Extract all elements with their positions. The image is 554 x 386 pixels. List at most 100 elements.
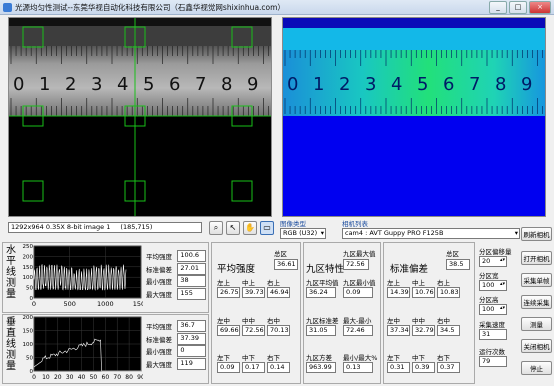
ruler-digit: 3 xyxy=(365,74,376,95)
pointer-icon[interactable]: ↖ xyxy=(226,221,240,235)
stat-value: 38 xyxy=(177,275,206,288)
stat-label: 平均强度 xyxy=(146,323,172,332)
zone-label: 中上 xyxy=(242,279,255,287)
std-dev-title: 标准偏差 xyxy=(390,264,429,275)
right-image-display[interactable]: 0123456789 xyxy=(282,17,546,217)
zone-value: 0.09 xyxy=(217,362,240,373)
zone-width-label: 分区宽 xyxy=(479,272,499,280)
zone-value: 0.14 xyxy=(267,362,290,373)
ruler-digit: 9 xyxy=(521,74,532,95)
stat-label: 标准偏差 xyxy=(146,265,172,274)
title-char: 测 xyxy=(6,278,16,289)
title-char: 线 xyxy=(6,267,16,278)
ruler-digit: 1 xyxy=(39,74,50,95)
x-tick-label: 30 xyxy=(66,374,74,381)
title-char: 测 xyxy=(6,350,16,361)
image-info-field: 1292x964 0.35X 8-bit image 1 (185,715) xyxy=(8,222,202,233)
nine-metric-value: 31.05 xyxy=(306,325,336,336)
stat-row: 平均强度 100.6 xyxy=(146,250,206,263)
vertical-measure-title: 垂 直 线 测 量 xyxy=(5,317,17,372)
single-capture-button[interactable]: 采集单帧 xyxy=(521,273,552,287)
x-tick-label: 50 xyxy=(90,374,98,381)
zone-label: 中下 xyxy=(412,354,425,362)
x-tick-label: 500 xyxy=(63,300,75,308)
zone-label: 中上 xyxy=(412,279,425,287)
zone-value: 37.34 xyxy=(387,325,410,336)
dev-total-value: 38.5 xyxy=(446,259,470,270)
image-type-select[interactable]: RGB (U32) ▾ xyxy=(280,228,326,239)
nine-metric-label: 九区最小值 xyxy=(343,279,376,287)
y-tick-label: 200 xyxy=(23,254,34,260)
fit-icon[interactable]: ▭ xyxy=(260,221,274,235)
y-tick-label: 50 xyxy=(26,286,33,292)
title-char: 线 xyxy=(6,339,16,350)
stat-value: 0 xyxy=(177,345,206,358)
stop-button[interactable]: 停止 xyxy=(521,361,552,375)
camera-list-label: 相机列表 xyxy=(342,220,368,228)
open-camera-button[interactable]: 打开相机 xyxy=(521,251,552,265)
refresh-camera-button[interactable]: 刷新相机 xyxy=(521,227,552,241)
nine-metric-value: 963.99 xyxy=(306,362,336,373)
stepper-icon[interactable]: ▴▾ xyxy=(500,305,505,313)
capture-speed-value: 31 xyxy=(479,329,507,340)
y-tick-label: 200 xyxy=(23,315,34,321)
ruler-digit: 6 xyxy=(443,74,454,95)
left-image-display[interactable]: 0123456789 xyxy=(8,17,272,217)
stepper-icon[interactable]: ▴▾ xyxy=(500,257,505,265)
zone-tol-input[interactable]: 20 ▴▾ xyxy=(479,256,507,267)
maximize-button[interactable]: □ xyxy=(509,1,527,14)
stat-value: 119 xyxy=(177,357,206,370)
zone-label: 右上 xyxy=(437,279,450,287)
stepper-icon[interactable]: ▴▾ xyxy=(500,281,505,289)
nine-metric-label: 九区方差 xyxy=(306,354,332,362)
x-tick-label: 1000 xyxy=(97,300,114,308)
close-button[interactable]: × xyxy=(529,1,551,14)
nine-metric-label: 最小/最大% xyxy=(343,354,378,362)
stat-value: 155 xyxy=(177,287,206,300)
x-tick-label: 80 xyxy=(125,374,133,381)
y-tick-label: 100 xyxy=(23,275,34,281)
title-char: 直 xyxy=(6,328,16,339)
x-tick-label: 0 xyxy=(32,300,36,308)
zoom-icon[interactable]: ⌕ xyxy=(209,221,223,235)
nine-metric-value: 36.24 xyxy=(306,287,336,298)
zone-label: 中下 xyxy=(242,354,255,362)
x-tick-label: 1500 xyxy=(133,300,143,308)
image-info-text: 1292x964 0.35X 8-bit image 1 xyxy=(11,223,111,231)
zone-height-input[interactable]: 100 ▴▾ xyxy=(479,304,507,315)
zone-label: 左中 xyxy=(217,317,230,325)
nine-metric-value: 0.09 xyxy=(343,287,373,298)
app-icon xyxy=(3,3,12,12)
ruler-digit: 1 xyxy=(313,74,324,95)
nine-metric-value: 72.46 xyxy=(343,325,373,336)
zone-label: 右下 xyxy=(437,354,450,362)
nine-metric-value: 0.13 xyxy=(343,362,373,373)
zone-label: 右中 xyxy=(437,317,450,325)
y-tick-label: 150 xyxy=(23,265,34,271)
continuous-capture-button[interactable]: 连续采集 xyxy=(521,295,552,309)
zone-label: 中中 xyxy=(412,317,425,325)
stat-row: 最小强度 0 xyxy=(146,345,206,358)
zone-height-label: 分区高 xyxy=(479,296,499,304)
nine-max-label: 九区最大值 xyxy=(343,250,376,258)
pan-icon[interactable]: ✋ xyxy=(243,221,257,235)
camera-select[interactable]: cam4 : AVT Guppy PRO F125B ▾ xyxy=(342,228,520,239)
ruler-digit: 2 xyxy=(65,74,76,95)
window-controls: _ □ × xyxy=(489,1,551,14)
run-count-value: 79 xyxy=(479,356,507,367)
zone-value: 0.39 xyxy=(412,362,435,373)
nine-zone-title: 九区特性 xyxy=(306,264,345,275)
minimize-button[interactable]: _ xyxy=(489,1,507,14)
close-camera-button[interactable]: 关闭相机 xyxy=(521,339,552,353)
zone-label: 左下 xyxy=(217,354,230,362)
measure-button[interactable]: 测量 xyxy=(521,317,552,331)
ruler-digit: 0 xyxy=(13,74,24,95)
ruler-digit: 3 xyxy=(91,74,102,95)
y-tick-label: 250 xyxy=(23,244,34,250)
stat-row: 平均强度 36.7 xyxy=(146,320,206,333)
y-tick-label: 150 xyxy=(23,329,34,335)
vertical-profile-chart: 200150100500 0 10 20 30 40 50 60 70 80 90 xyxy=(23,315,144,381)
zone-width-input[interactable]: 100 ▴▾ xyxy=(479,280,507,291)
stat-value: 100.6 xyxy=(177,250,206,263)
right-image-canvas: 0123456789 xyxy=(283,18,545,216)
